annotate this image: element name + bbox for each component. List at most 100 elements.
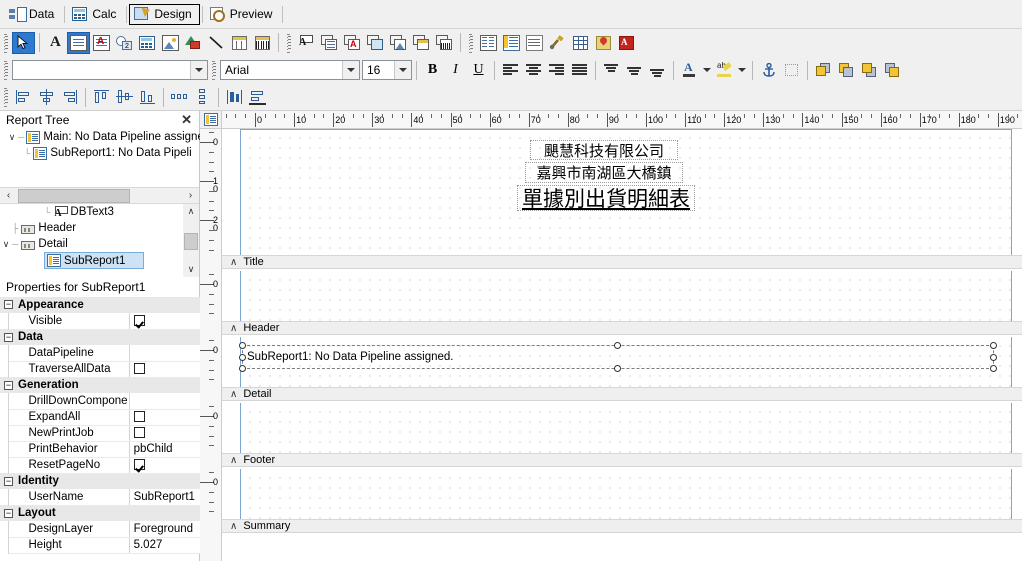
tree-item-dbtext3[interactable]: └ DBText3	[0, 204, 199, 220]
close-icon[interactable]: ✕	[178, 112, 195, 128]
calculation-tool[interactable]	[136, 32, 159, 54]
scroll-up-icon[interactable]: ∧	[183, 204, 199, 219]
resize-handle-ml[interactable]	[239, 354, 246, 361]
page-style-tool[interactable]	[523, 32, 546, 54]
font-size-combo[interactable]: 16	[362, 60, 412, 80]
align-toolbar-grip[interactable]	[3, 87, 10, 107]
barcode-tool[interactable]	[251, 32, 274, 54]
font-color-dropdown[interactable]	[701, 59, 713, 81]
collapse-toggle-icon[interactable]: −	[4, 508, 13, 518]
tab-preview[interactable]: Preview	[205, 4, 281, 25]
resize-handle-tr[interactable]	[990, 342, 997, 349]
style-combo[interactable]	[12, 60, 208, 80]
checkbox-resetpageno[interactable]	[133, 459, 145, 471]
tree-item-subreport1[interactable]: SubReport1	[44, 252, 144, 269]
property-value-username[interactable]: SubReport1	[129, 489, 200, 506]
bring-to-front-button[interactable]	[812, 59, 835, 81]
property-row[interactable]: TraverseAllData	[0, 361, 200, 378]
chevron-up-icon[interactable]: ∧	[230, 455, 237, 466]
shape-tool[interactable]	[182, 32, 205, 54]
db-barcode-tool[interactable]	[433, 32, 456, 54]
memo-tool[interactable]	[67, 31, 90, 54]
company-address-label[interactable]: 嘉興市南湖區大橋鎮	[525, 162, 683, 183]
tab-calc[interactable]: Calc	[67, 4, 124, 25]
vscroll-thumb[interactable]	[184, 233, 198, 250]
line-tool[interactable]	[205, 32, 228, 54]
resize-handle-tl[interactable]	[239, 342, 246, 349]
chevron-down-icon[interactable]	[190, 61, 207, 79]
tree-item-detail-band[interactable]: ∨ ─ Detail	[0, 236, 199, 252]
valign-bottom-button[interactable]	[646, 59, 669, 81]
collapse-toggle-icon[interactable]: −	[4, 476, 13, 486]
band-label-header[interactable]: ∧ Header	[222, 321, 1022, 335]
pipeline-tree[interactable]: ∨ ─ Main: No Data Pipeline assigned └ Su…	[0, 129, 210, 187]
scroll-down-icon[interactable]: ∨	[183, 262, 199, 277]
footer-band-area[interactable]	[222, 403, 1022, 453]
map-tool[interactable]	[592, 32, 615, 54]
valign-top-button[interactable]	[600, 59, 623, 81]
property-row[interactable]: Visible	[0, 313, 200, 330]
checkbox-expandall[interactable]	[133, 411, 145, 423]
font-group-grip[interactable]	[211, 60, 218, 80]
property-value-datapipeline[interactable]	[129, 345, 200, 362]
property-category-identity[interactable]: − Identity	[0, 473, 200, 489]
property-row[interactable]: ExpandAll	[0, 409, 200, 426]
chevron-up-icon[interactable]: ∧	[230, 323, 237, 334]
summary-band-area[interactable]	[222, 469, 1022, 519]
send-backward-button[interactable]	[881, 59, 904, 81]
expand-chevron-icon[interactable]: ∨	[0, 239, 12, 250]
property-row[interactable]: Height 5.027	[0, 537, 200, 554]
structure-tree[interactable]: └ DBText3 ├ Header ∨ ─ Detail SubReport1	[0, 204, 199, 277]
checkbox-traversealldata[interactable]	[133, 363, 145, 375]
align-vertical-centers-button[interactable]	[113, 86, 136, 108]
property-category-layout[interactable]: − Layout	[0, 505, 200, 521]
system-variable-tool[interactable]: 2	[113, 32, 136, 54]
chevron-up-icon[interactable]: ∧	[230, 257, 237, 268]
property-row[interactable]: NewPrintJob	[0, 425, 200, 442]
align-horizontal-centers-button[interactable]	[35, 86, 58, 108]
region-tool[interactable]	[228, 32, 251, 54]
align-right-edges-button[interactable]	[58, 86, 81, 108]
checkbox-visible[interactable]	[133, 315, 145, 327]
ruler-corner[interactable]	[200, 111, 222, 129]
align-right-button[interactable]	[545, 59, 568, 81]
checkbox-list-tool[interactable]	[500, 32, 523, 54]
resize-handle-tc[interactable]	[614, 342, 621, 349]
properties-grid[interactable]: − Appearance Visible − Data DataPipeline Trave…	[0, 297, 200, 554]
send-to-back-button[interactable]	[835, 59, 858, 81]
size-to-tallest-button[interactable]	[246, 86, 269, 108]
property-value-drilldowncompone[interactable]	[129, 393, 200, 410]
hscroll-thumb[interactable]	[18, 188, 130, 203]
tree-item-header-band[interactable]: ├ Header	[0, 220, 199, 236]
tab-design[interactable]: Design	[129, 3, 200, 25]
subreport-tool[interactable]	[477, 32, 500, 54]
border-button[interactable]	[780, 59, 803, 81]
resize-handle-bc[interactable]	[614, 365, 621, 372]
tree-vertical-scrollbar[interactable]: ∧ ∨	[183, 204, 199, 277]
space-vertically-button[interactable]	[191, 86, 214, 108]
report-title-label[interactable]: 單據別出貨明細表	[517, 185, 695, 211]
resize-handle-bl[interactable]	[239, 365, 246, 372]
property-value-height[interactable]: 5.027	[129, 537, 200, 554]
font-family-combo[interactable]: Arial	[220, 60, 360, 80]
chevron-up-icon[interactable]: ∧	[230, 389, 237, 400]
property-value-printbehavior[interactable]: pbChild	[129, 441, 200, 458]
align-bottom-edges-button[interactable]	[136, 86, 159, 108]
toolbar-grip-3[interactable]	[468, 32, 475, 53]
band-label-footer[interactable]: ∧ Footer	[222, 453, 1022, 467]
toolbar-grip-2[interactable]	[286, 32, 293, 53]
highlight-color-dropdown[interactable]	[736, 59, 748, 81]
rich-text-tool[interactable]: A	[90, 32, 113, 54]
chevron-up-icon[interactable]: ∧	[230, 521, 237, 532]
image-tool[interactable]	[159, 32, 182, 54]
highlight-color-button[interactable]: ab	[713, 59, 736, 81]
crosstab-tool[interactable]	[569, 32, 592, 54]
select-pointer-tool[interactable]	[12, 31, 35, 54]
property-row[interactable]: DataPipeline	[0, 345, 200, 362]
property-row[interactable]: PrintBehavior pbChild	[0, 441, 200, 458]
property-row[interactable]: DrillDownCompone	[0, 393, 200, 410]
property-row[interactable]: UserName SubReport1	[0, 489, 200, 506]
align-justify-button[interactable]	[568, 59, 591, 81]
band-label-summary[interactable]: ∧ Summary	[222, 519, 1022, 533]
scroll-left-icon[interactable]: ‹	[0, 188, 17, 203]
